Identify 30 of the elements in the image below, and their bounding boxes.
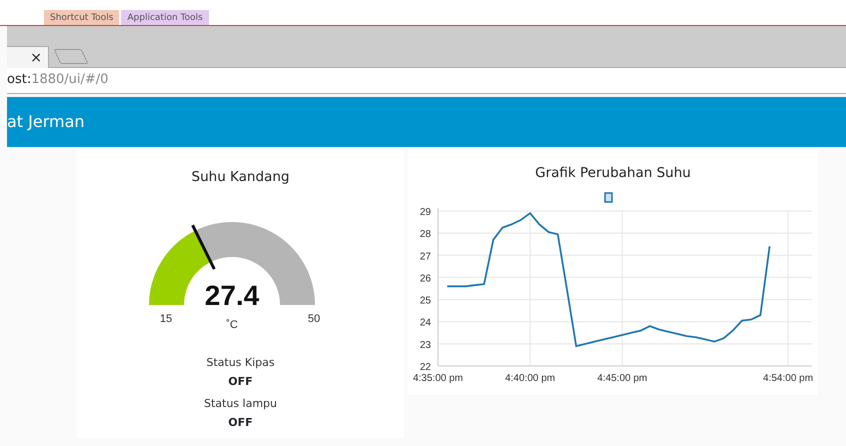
- gauge-min: 15: [160, 313, 172, 325]
- y-tick-label: 27: [420, 252, 431, 263]
- y-tick-label: 24: [420, 318, 431, 329]
- address-bar[interactable]: ost:1880/ui/#/0: [7, 68, 846, 94]
- gauge-needle: [191, 224, 216, 270]
- new-tab-button[interactable]: [54, 49, 88, 64]
- x-tick-label: 4:54:00 pm: [763, 373, 814, 384]
- status-value: OFF: [227, 374, 254, 390]
- x-tick-label: 4:40:00 pm: [505, 373, 556, 384]
- close-icon[interactable]: ×: [30, 50, 42, 66]
- status-label: Status lampu: [202, 396, 278, 412]
- status-label: Status Kipas: [205, 355, 276, 371]
- card-title: Grafik Perubahan Suhu: [534, 164, 692, 183]
- x-tick-label: 4:45:00 pm: [597, 373, 648, 384]
- status-value: OFF: [227, 415, 254, 431]
- card-title: Suhu Kandang: [190, 168, 290, 187]
- gauge-max: 50: [308, 313, 320, 325]
- ribbon-tab[interactable]: Application Tools: [121, 10, 209, 25]
- y-tick-label: 23: [420, 340, 431, 352]
- y-tick-label: 22: [420, 362, 431, 374]
- header-title: at Jerman: [7, 112, 85, 131]
- y-tick-label: 28: [420, 229, 431, 240]
- gauge-value: 27.4: [204, 280, 260, 311]
- ribbon-tab[interactable]: Shortcut Tools: [44, 10, 120, 25]
- y-tick-label: 25: [420, 296, 431, 307]
- browser-tab[interactable]: ×: [7, 46, 49, 68]
- y-tick-label: 29: [420, 207, 431, 218]
- gauge-unit: ˚C: [226, 319, 238, 331]
- y-tick-label: 26: [420, 274, 431, 285]
- x-tick-label: 4:35:00 pm: [412, 373, 464, 384]
